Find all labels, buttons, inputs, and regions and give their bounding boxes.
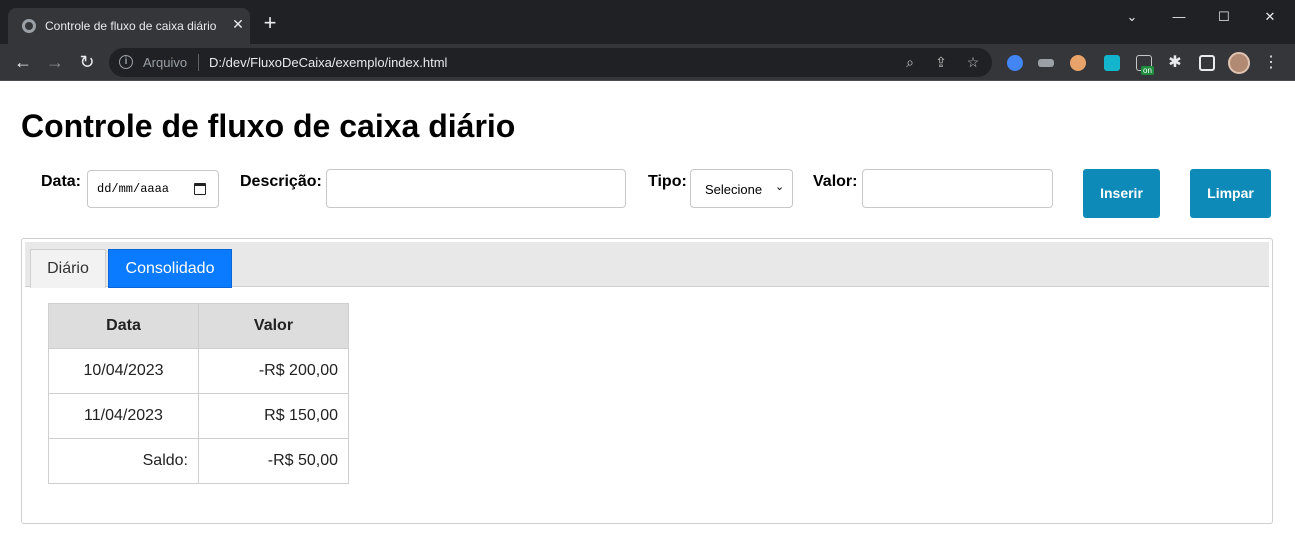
extension-badge: on: [1141, 66, 1154, 75]
zoom-icon[interactable]: ⌕: [902, 54, 918, 70]
star-icon[interactable]: ☆: [965, 54, 981, 70]
info-icon[interactable]: i: [119, 55, 133, 69]
tipo-selected-value: Selecione: [705, 182, 763, 197]
saldo-row: Saldo: -R$ 50,00: [48, 438, 349, 484]
extension-2-icon[interactable]: [1038, 59, 1054, 67]
valor-input[interactable]: [862, 169, 1053, 208]
cell-data: 10/04/2023: [48, 348, 199, 394]
saldo-value: -R$ 50,00: [198, 438, 349, 484]
page-title: Controle de fluxo de caixa diário: [21, 108, 516, 144]
page-content: Controle de fluxo de caixa diário Data: …: [0, 81, 1295, 555]
saldo-label: Saldo:: [48, 438, 199, 484]
kebab-menu-icon[interactable]: ⋮: [1260, 52, 1282, 74]
tab-close-icon[interactable]: ✕: [230, 16, 246, 32]
scheme-label: Arquivo: [143, 55, 188, 70]
valor-label: Valor:: [813, 173, 858, 190]
browser-tab[interactable]: Controle de fluxo de caixa diário ✕: [8, 8, 250, 44]
maximize-icon[interactable]: ☐: [1214, 8, 1234, 26]
globe-icon: [22, 19, 36, 33]
clear-button[interactable]: Limpar: [1190, 169, 1271, 218]
browser-toolbar: ← → ↻ i Arquivo D:/dev/FluxoDeCaixa/exem…: [0, 44, 1295, 81]
tipo-label: Tipo:: [648, 173, 687, 190]
side-panel-icon[interactable]: [1199, 55, 1215, 71]
tipo-select[interactable]: Selecione ⌄: [690, 169, 793, 208]
table-header-row: Data Valor: [48, 303, 349, 349]
header-valor: Valor: [198, 303, 349, 349]
date-input[interactable]: dd/mm/aaaa: [87, 170, 219, 208]
date-placeholder: dd/mm/aaaa: [97, 182, 170, 196]
close-window-icon[interactable]: ✕: [1260, 8, 1280, 26]
minimize-icon[interactable]: —: [1169, 8, 1189, 26]
extensions-icon[interactable]: ✱: [1164, 52, 1186, 74]
table-row: 10/04/2023 -R$ 200,00: [48, 348, 349, 394]
chevron-down-icon: ⌄: [775, 181, 785, 193]
tab-bar: Diário Consolidado: [25, 242, 1269, 288]
consolidated-table: Data Valor 10/04/2023 -R$ 200,00 11/04/2…: [48, 303, 349, 484]
extension-3-icon[interactable]: [1070, 55, 1086, 71]
insert-button[interactable]: Inserir: [1083, 169, 1160, 218]
avatar[interactable]: [1228, 52, 1250, 74]
back-arrow-icon[interactable]: ←: [12, 51, 34, 73]
new-tab-button[interactable]: +: [260, 12, 280, 34]
data-label: Data:: [41, 173, 82, 190]
url-text[interactable]: D:/dev/FluxoDeCaixa/exemplo/index.html: [209, 55, 447, 70]
tab-diario[interactable]: Diário: [30, 249, 106, 288]
divider: [198, 54, 199, 71]
calendar-icon[interactable]: [194, 183, 206, 195]
address-bar[interactable]: i Arquivo D:/dev/FluxoDeCaixa/exemplo/in…: [109, 48, 992, 77]
cell-valor: -R$ 200,00: [198, 348, 349, 394]
share-icon[interactable]: ⇪: [933, 54, 949, 70]
reload-icon[interactable]: ↻: [76, 51, 98, 73]
forward-arrow-icon[interactable]: →: [44, 51, 66, 73]
header-data: Data: [48, 303, 199, 349]
cell-data: 11/04/2023: [48, 393, 199, 439]
tabs-panel: Diário Consolidado Data Valor 10/04/2023…: [21, 238, 1273, 524]
browser-tabstrip: Controle de fluxo de caixa diário ✕ + ⌄ …: [0, 0, 1295, 44]
tab-title: Controle de fluxo de caixa diário: [45, 19, 217, 33]
tab-search-icon[interactable]: ⌄: [1122, 8, 1142, 26]
table-row: 11/04/2023 R$ 150,00: [48, 393, 349, 439]
extension-4-icon[interactable]: [1104, 55, 1120, 71]
descricao-input[interactable]: [326, 169, 626, 208]
cell-valor: R$ 150,00: [198, 393, 349, 439]
descricao-label: Descrição:: [240, 173, 322, 190]
extension-1-icon[interactable]: [1007, 55, 1023, 71]
tab-consolidado[interactable]: Consolidado: [108, 249, 232, 288]
